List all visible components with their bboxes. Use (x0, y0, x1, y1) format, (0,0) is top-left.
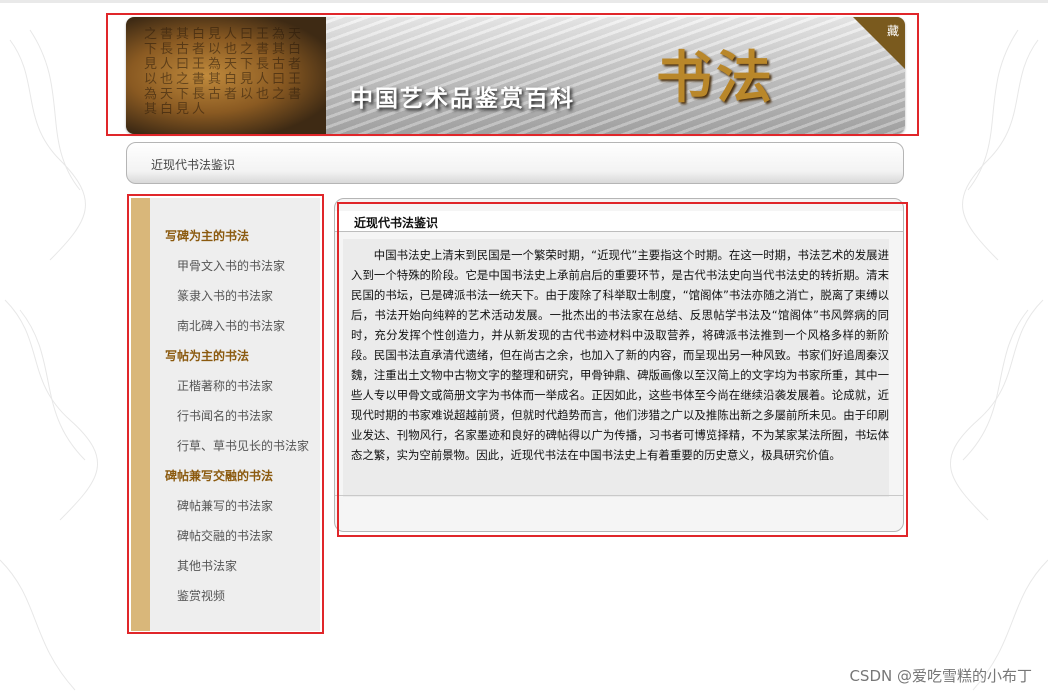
highlight-box-article (337, 202, 908, 537)
decorative-figure-left (0, 29, 99, 691)
breadcrumb: 近现代书法鉴识 (126, 142, 904, 184)
highlight-box-banner (106, 13, 919, 136)
decorative-figure-right (949, 29, 1048, 691)
top-border-line (0, 0, 1048, 3)
highlight-box-sidebar (127, 194, 324, 634)
csdn-watermark: CSDN @爱吃雪糕的小布丁 (849, 667, 1032, 685)
breadcrumb-current: 近现代书法鉴识 (151, 158, 236, 172)
